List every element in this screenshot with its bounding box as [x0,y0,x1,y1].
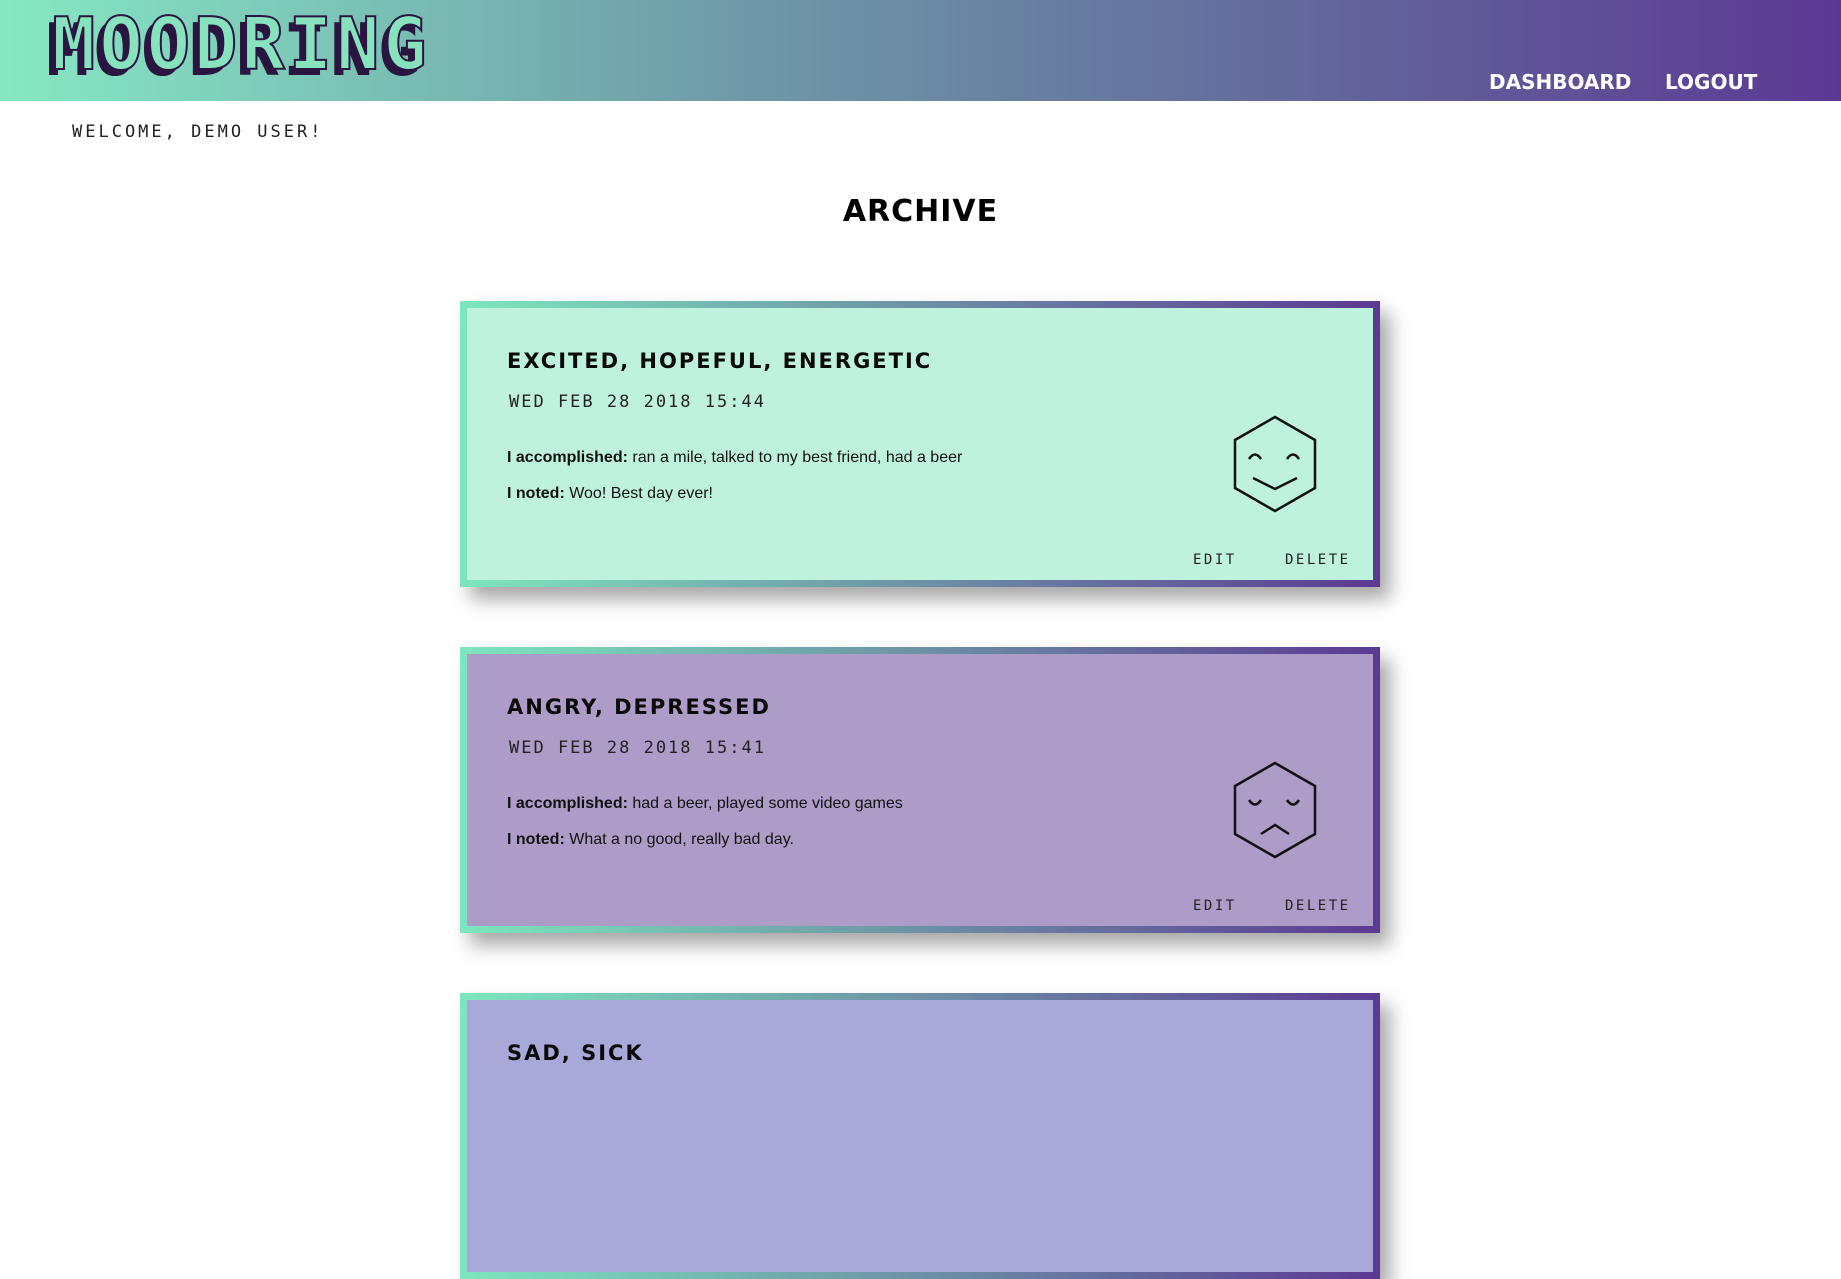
entry-noted: I noted: What a no good, really bad day. [507,831,794,849]
entry-date: WED FEB 28 2018 15:41 [509,738,766,758]
accomplished-text: had a beer, played some video games [632,795,903,812]
accomplished-label: I accomplished: [507,449,628,466]
noted-text: What a no good, really bad day. [569,831,794,848]
nav-dashboard-link[interactable]: DASHBOARD [1489,70,1631,94]
top-header: MOODRING DASHBOARD LOGOUT [0,0,1841,101]
entry-accomplished: I accomplished: had a beer, played some … [507,795,903,813]
card-body: ANGRY, DEPRESSED WED FEB 28 2018 15:41 I… [467,654,1373,926]
page-title: ARCHIVE [842,194,999,229]
card-body: EXCITED, HOPEFUL, ENERGETIC WED FEB 28 2… [467,308,1373,580]
entry-moods: SAD, SICK [507,1041,644,1065]
entry-date: WED FEB 28 2018 15:44 [509,392,766,412]
archive-entry-card: ANGRY, DEPRESSED WED FEB 28 2018 15:41 I… [460,647,1380,933]
entry-noted: I noted: Woo! Best day ever! [507,485,713,503]
accomplished-text: ran a mile, talked to my best friend, ha… [632,449,963,466]
noted-label: I noted: [507,485,565,502]
happy-face-icon [1233,415,1317,513]
edit-button[interactable]: EDIT [1193,552,1237,568]
delete-button[interactable]: DELETE [1285,898,1351,914]
delete-button[interactable]: DELETE [1285,552,1351,568]
welcome-message: WELCOME, DEMO USER! [72,122,324,142]
noted-label: I noted: [507,831,565,848]
noted-text: Woo! Best day ever! [569,485,713,502]
accomplished-label: I accomplished: [507,795,628,812]
sad-face-icon [1233,761,1317,859]
archive-entry-card: SAD, SICK [460,993,1380,1279]
edit-button[interactable]: EDIT [1193,898,1237,914]
entry-accomplished: I accomplished: ran a mile, talked to my… [507,449,962,467]
app-logo[interactable]: MOODRING [51,7,431,81]
card-body: SAD, SICK [467,1000,1373,1272]
nav-logout-link[interactable]: LOGOUT [1665,70,1757,94]
archive-entry-card: EXCITED, HOPEFUL, ENERGETIC WED FEB 28 2… [460,301,1380,587]
entry-moods: ANGRY, DEPRESSED [507,695,771,719]
entry-moods: EXCITED, HOPEFUL, ENERGETIC [507,349,933,373]
